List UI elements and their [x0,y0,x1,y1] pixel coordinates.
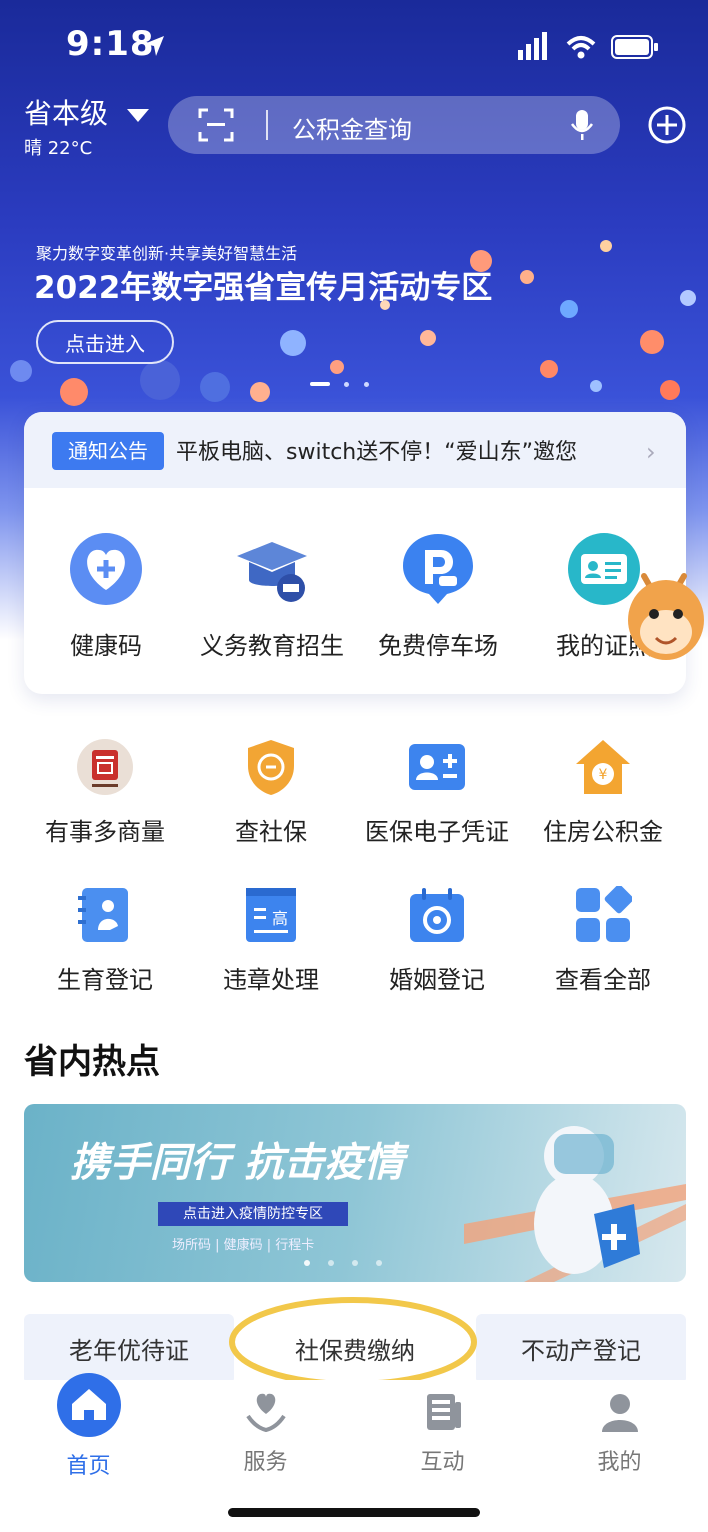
carousel-dot [344,382,349,387]
profile-icon [601,1394,638,1432]
svg-text:高: 高 [272,909,288,928]
home-indicator [228,1508,480,1517]
caret-down-icon [126,109,149,122]
housing-fund-icon: ¥ [576,740,630,794]
service-social-security[interactable]: 查社保 [188,738,354,847]
consult-seal-icon [77,739,133,795]
service-label: 医保电子凭证 [365,818,509,846]
quick-item-health-code[interactable]: 健康码 [26,532,186,661]
service-label: 违章处理 [223,966,319,994]
chevron-right-icon[interactable]: › [646,438,656,466]
tab-service[interactable]: 服务 [177,1390,354,1476]
carousel-dot [364,382,369,387]
service-label: 查社保 [235,818,307,846]
social-security-shield-icon [248,740,294,795]
service-label: 有事多商量 [45,818,165,846]
carousel-dot [352,1260,358,1266]
grid-all-icon [576,884,634,942]
tab-profile[interactable]: 我的 [531,1390,708,1476]
banner-enter-button[interactable]: 点击进入 [36,320,174,364]
scan-icon[interactable] [198,108,234,142]
banner-title: 2022年数字强省宣传月活动专区 [34,270,493,306]
carousel-dot [376,1260,382,1266]
service-traffic-violation[interactable]: 高 违章处理 [188,886,354,995]
service-medical-insurance[interactable]: 医保电子凭证 [354,738,520,847]
service-consult[interactable]: 有事多商量 [22,738,188,847]
birth-registration-icon [78,888,128,942]
svg-text:¥: ¥ [599,767,608,783]
mascot-icon[interactable] [626,562,708,672]
medical-insurance-card-icon [409,744,465,790]
service-housing-fund[interactable]: ¥ 住房公积金 [520,738,686,847]
search-input[interactable]: 公积金查询 [292,110,412,145]
quick-item-label: 义务教育招生 [200,632,344,660]
status-icons [518,32,658,60]
tab-interact[interactable]: 互动 [354,1390,531,1476]
notice-text[interactable]: 平板电脑、switch送不停！“爱山东”邀您 [176,434,636,466]
region-label: 省本级 [24,97,109,130]
hot-banner[interactable]: 携手同行 抗击疫情 点击进入疫情防控专区 场所码 | 健康码 | 行程卡 [24,1104,686,1282]
tab-label: 互动 [420,1450,465,1475]
service-view-all[interactable]: 查看全部 [520,884,686,995]
parking-icon [403,534,473,604]
region-selector[interactable]: 省本级 [24,92,149,132]
service-marriage-registration[interactable]: 婚姻登记 [354,886,520,995]
banner-subtitle: 聚力数字变革创新·共享美好智慧生活 [36,244,298,263]
tab-label: 服务 [243,1450,288,1475]
carousel-dot-active [310,382,330,386]
search-bar[interactable]: 公积金查询 [168,96,620,154]
location-arrow-icon [144,36,164,56]
hot-tab-real-estate[interactable]: 不动产登记 [476,1314,686,1384]
hot-banner-subtitle: 场所码 | 健康码 | 行程卡 [172,1238,315,1253]
hot-banner-button[interactable]: 点击进入疫情防控专区 [158,1202,348,1226]
section-title: 省内热点 [24,1042,160,1082]
quick-item-education[interactable]: 义务教育招生 [192,532,352,661]
service-label: 生育登记 [57,966,153,994]
hot-banner-title: 携手同行 抗击疫情 [70,1140,404,1186]
tab-label: 我的 [597,1450,642,1475]
microphone-icon[interactable] [570,108,594,142]
tab-home[interactable]: 首页 [0,1372,177,1480]
search-divider [266,110,268,140]
tab-label: 首页 [66,1454,111,1479]
traffic-violation-icon: 高 [246,888,296,942]
interact-icon [426,1394,461,1430]
weather-text: 晴 22°C [24,138,93,159]
quick-item-label: 免费停车场 [378,632,498,660]
service-label: 查看全部 [555,966,651,994]
home-icon [56,1373,121,1437]
notice-bar[interactable]: 通知公告 平板电脑、switch送不停！“爱山东”邀您 › [24,412,686,488]
service-icon [245,1393,286,1433]
carousel-dot [328,1260,334,1266]
quick-item-parking[interactable]: 免费停车场 [358,532,518,661]
notice-tag: 通知公告 [52,432,164,470]
carousel-dot [304,1260,310,1266]
service-birth-registration[interactable]: 生育登记 [22,886,188,995]
add-icon[interactable] [648,106,686,144]
highlight-circle [229,1297,477,1387]
quick-item-label: 健康码 [70,632,142,660]
service-label: 住房公积金 [543,818,663,846]
health-code-icon [70,533,142,605]
service-label: 婚姻登记 [389,966,485,994]
education-cap-icon [237,542,307,602]
quick-access-card: 通知公告 平板电脑、switch送不停！“爱山东”邀您 › 健康码 义务教育招生… [24,412,686,694]
astronaut-illustration-icon [464,1126,686,1282]
marriage-registration-icon [410,888,464,942]
